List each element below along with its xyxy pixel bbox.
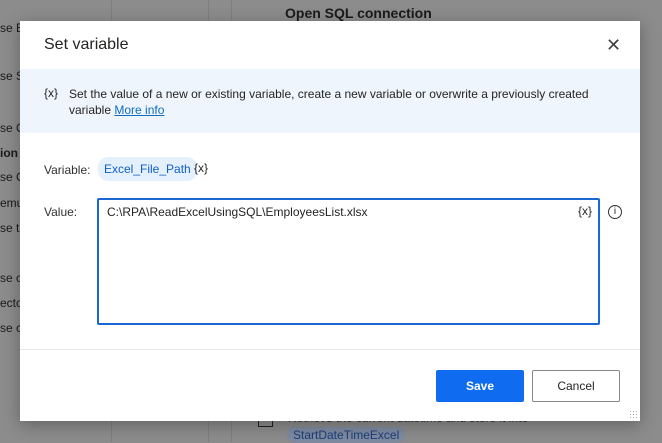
set-variable-dialog: Set variable ✕ {x} Set the value of a ne… <box>20 21 640 421</box>
variable-name-chip[interactable]: Excel_File_Path <box>98 157 197 181</box>
bg-action-fragment: se c <box>0 271 23 285</box>
bg-action-fragment: ion <box>0 146 18 160</box>
value-input[interactable]: C:\RPA\ReadExcelUsingSQL\EmployeesList.x… <box>97 198 600 325</box>
divider <box>20 349 640 350</box>
close-icon[interactable]: ✕ <box>606 35 621 56</box>
bg-action-fragment: se c <box>0 321 23 335</box>
variable-picker-icon[interactable]: {x} <box>194 161 208 175</box>
info-icon[interactable]: i <box>608 205 622 219</box>
save-button[interactable]: Save <box>436 370 524 402</box>
dialog-title: Set variable <box>44 36 129 53</box>
value-picker-icon[interactable]: {x} <box>578 204 592 218</box>
variable-icon: {x} <box>44 86 59 100</box>
bg-action-fragment: se t <box>0 221 20 235</box>
info-banner: {x} Set the value of a new or existing v… <box>20 69 640 133</box>
value-label: Value: <box>44 205 78 219</box>
variable-label: Variable: <box>44 163 91 177</box>
bg-variable-chip: StartDateTimeExcel <box>287 427 406 443</box>
info-text: Set the value of a new or existing varia… <box>69 86 609 118</box>
cancel-button[interactable]: Cancel <box>532 370 620 402</box>
resize-grip-icon[interactable] <box>629 410 637 418</box>
more-info-link[interactable]: More info <box>114 103 164 117</box>
bg-action-title: Open SQL connection <box>285 5 432 21</box>
